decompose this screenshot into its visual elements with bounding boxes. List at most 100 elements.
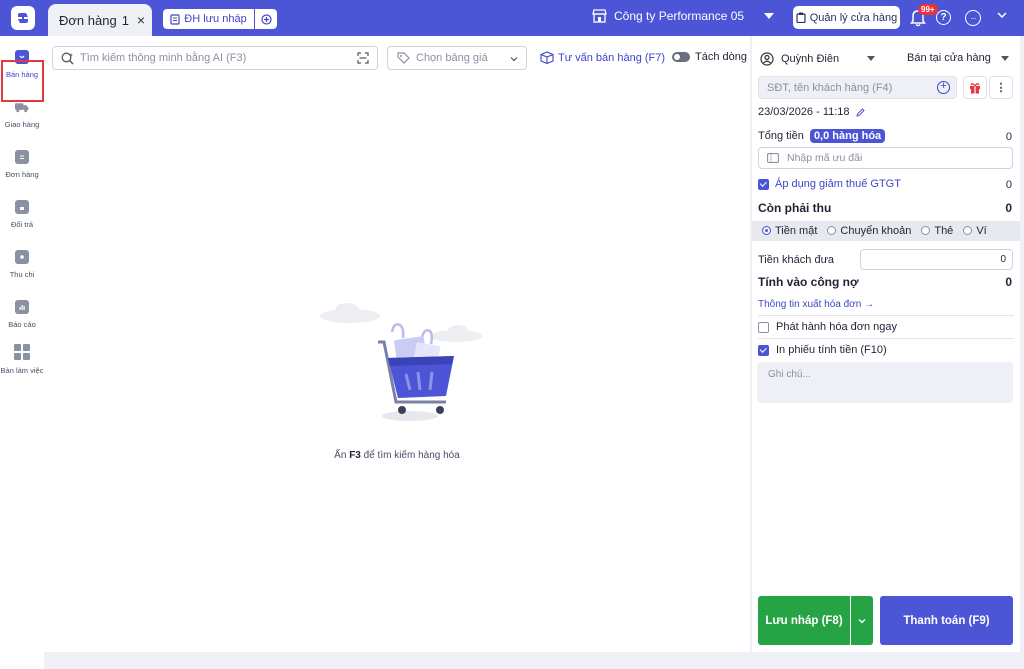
chevron-down-icon[interactable]: [997, 10, 1007, 20]
pay-method-label: Chuyển khoản: [840, 225, 912, 237]
top-bar: Đơn hàng 1 × ĐH lưu nháp Công ty Perform…: [0, 0, 1024, 36]
truck-icon: [15, 100, 29, 114]
empty-hint-suffix: để tìm kiếm hàng hóa: [363, 450, 460, 461]
cash-icon: [15, 250, 29, 264]
toggle-switch[interactable]: [672, 52, 690, 62]
advise-label: Tư vấn bán hàng (F7): [558, 51, 666, 64]
empty-hint: Ấn F3 để tìm kiếm hàng hóa: [44, 450, 750, 461]
draft-orders-button[interactable]: ĐH lưu nháp: [163, 9, 254, 29]
store-manage-button[interactable]: Quản lý cửa hàng: [793, 6, 900, 29]
tag-icon: [397, 51, 410, 64]
pay-method-label: Tiền mặt: [775, 225, 818, 237]
vat-discount-row[interactable]: Áp dụng giảm thuế GTGT: [758, 178, 901, 190]
scan-icon[interactable]: [357, 52, 369, 64]
payment-methods: Tiền mặt Chuyển khoản Thẻ Ví: [752, 221, 1020, 241]
pay-method-cash[interactable]: Tiền mặt: [762, 225, 817, 237]
add-tab-button[interactable]: [255, 9, 277, 29]
pay-method-wallet[interactable]: Ví: [963, 225, 987, 237]
checkout-button[interactable]: Thanh toán (F9): [880, 596, 1013, 645]
pay-method-label: Ví: [976, 225, 987, 237]
sidebar-item-reports[interactable]: Báo cáo: [0, 300, 44, 329]
total-value: 0: [1005, 131, 1012, 143]
divider: [758, 338, 1014, 339]
customer-placeholder: SĐT, tên khách hàng (F4): [767, 81, 893, 94]
sidebar-item-label: Bàn làm việc: [0, 366, 44, 375]
add-customer-icon[interactable]: +: [937, 81, 950, 94]
print-receipt-label: In phiếu tính tiền (F10): [776, 344, 887, 356]
sales-advice-button[interactable]: Tư vấn bán hàng (F7): [540, 51, 665, 64]
sidebar-item-label: Báo cáo: [8, 320, 36, 329]
ticket-icon: [767, 153, 779, 163]
search-placeholder: Tìm kiếm thông minh bằng AI (F3): [80, 52, 247, 64]
box-icon: [540, 51, 554, 64]
price-placeholder: Chọn bảng giá: [416, 52, 488, 64]
caret-down-icon[interactable]: [764, 13, 774, 19]
tab-order[interactable]: Đơn hàng 1 ×: [48, 4, 152, 36]
debt-label: Tính vào công nợ: [758, 275, 859, 289]
more-icon[interactable]: ···: [965, 10, 981, 26]
cash-given-input[interactable]: 0: [860, 249, 1013, 270]
radio-selected[interactable]: [762, 226, 771, 235]
radio[interactable]: [827, 226, 837, 235]
vat-value: 0: [1005, 179, 1012, 191]
radio[interactable]: [963, 226, 973, 235]
staff-selector[interactable]: Quỳnh Điên: [760, 52, 839, 66]
total-qty-pill: 0,0 hàng hóa: [809, 129, 886, 143]
sidebar: Bán hàng Giao hàng Đơn hàng Đổi trả Thu …: [0, 36, 44, 669]
staff-name: Quỳnh Điên: [781, 53, 840, 65]
caret-down-icon[interactable]: [867, 56, 875, 61]
caret-down-icon[interactable]: [1001, 56, 1009, 61]
empty-cart-illustration: [320, 303, 482, 421]
app-logo[interactable]: [11, 6, 35, 30]
sidebar-item-workspace[interactable]: Bàn làm việc: [0, 344, 44, 375]
sidebar-item-delivery[interactable]: Giao hàng: [0, 100, 44, 129]
gift-icon: [970, 82, 980, 93]
print-receipt-checkbox[interactable]: [758, 344, 769, 356]
total-label: Tổng tiền: [758, 130, 804, 142]
gift-button[interactable]: [963, 76, 987, 99]
vat-checkbox[interactable]: [758, 178, 769, 190]
customer-search-input[interactable]: SĐT, tên khách hàng (F4) +: [758, 76, 957, 99]
tab-label: Đơn hàng: [59, 12, 117, 28]
promo-code-input[interactable]: Nhập mã ưu đãi: [758, 147, 1013, 169]
issue-invoice-checkbox[interactable]: [758, 321, 769, 333]
chevron-down-icon: [858, 618, 866, 623]
pay-method-transfer[interactable]: Chuyển khoản: [827, 225, 911, 237]
close-icon[interactable]: ×: [137, 12, 145, 28]
split-lines-toggle[interactable]: Tách dòng: [672, 51, 747, 63]
document-icon: [170, 13, 180, 25]
amount-due-label: Còn phải thu: [758, 201, 832, 215]
sidebar-item-orders[interactable]: Đơn hàng: [0, 150, 44, 179]
sidebar-item-returns[interactable]: Đổi trả: [0, 200, 44, 229]
save-draft-button[interactable]: Lưu nháp (F8): [758, 596, 850, 645]
return-icon: [15, 200, 29, 214]
invoice-info-link[interactable]: Thông tin xuất hóa đơn →: [758, 299, 874, 310]
issue-invoice-label: Phát hành hóa đơn ngay: [776, 321, 897, 333]
notification-badge: 99+: [918, 4, 938, 15]
logo-icon: [18, 13, 28, 23]
sidebar-item-cashflow[interactable]: Thu chi: [0, 250, 44, 279]
empty-hint-prefix: Ấn: [334, 450, 347, 461]
debt-value: 0: [1005, 275, 1012, 289]
divider: [758, 315, 1014, 316]
save-draft-dropdown[interactable]: [851, 596, 873, 645]
radio[interactable]: [921, 226, 931, 235]
price-list-select[interactable]: Chọn bảng giá: [387, 46, 527, 70]
note-textarea[interactable]: Ghi chú...: [757, 362, 1013, 403]
sidebar-item-label: Giao hàng: [4, 120, 40, 129]
company-selector[interactable]: Công ty Performance 05: [592, 9, 744, 23]
chevron-down-icon: [510, 57, 518, 62]
plus-circle-icon: [260, 13, 272, 25]
company-name: Công ty Performance 05: [614, 9, 745, 23]
order-icon: [15, 150, 29, 164]
edit-icon[interactable]: [855, 107, 865, 117]
help-icon[interactable]: ?: [936, 10, 951, 25]
search-icon: [61, 52, 74, 64]
search-input[interactable]: Tìm kiếm thông minh bằng AI (F3): [52, 46, 378, 70]
issue-invoice-row[interactable]: Phát hành hóa đơn ngay: [758, 321, 897, 333]
print-receipt-row[interactable]: In phiếu tính tiền (F10): [758, 344, 887, 356]
main-panel: Tìm kiếm thông minh bằng AI (F3) Chọn bả…: [44, 36, 750, 652]
sale-mode-selector[interactable]: Bán tại cửa hàng: [907, 52, 991, 64]
pay-method-card[interactable]: Thẻ: [921, 225, 953, 237]
more-options-icon[interactable]: ⋮: [989, 76, 1013, 99]
